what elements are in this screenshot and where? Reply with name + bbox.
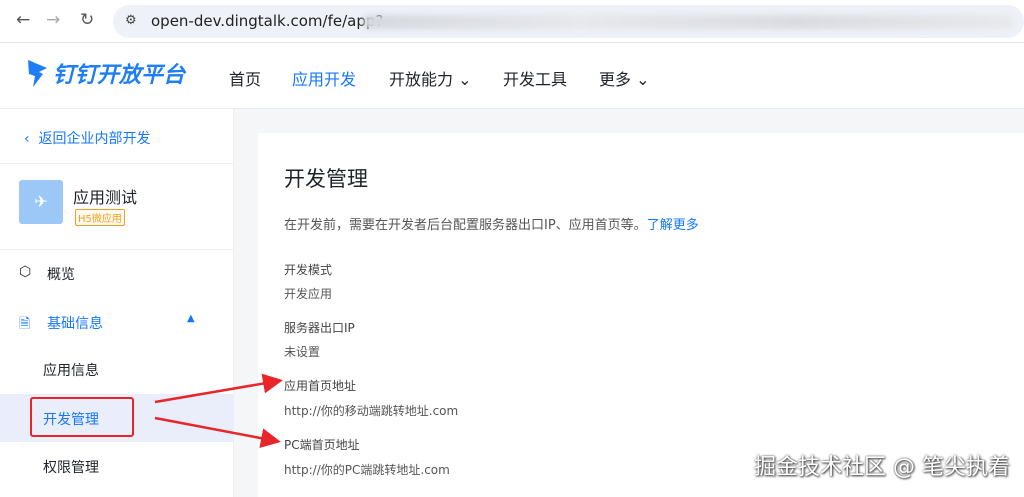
arrow-to-app-home <box>154 373 283 404</box>
arrow-to-pc-home <box>154 416 281 449</box>
annotation-arrows <box>154 373 283 449</box>
watermark: 掘金技术社区 @ 笔尖执着 <box>754 455 1010 480</box>
